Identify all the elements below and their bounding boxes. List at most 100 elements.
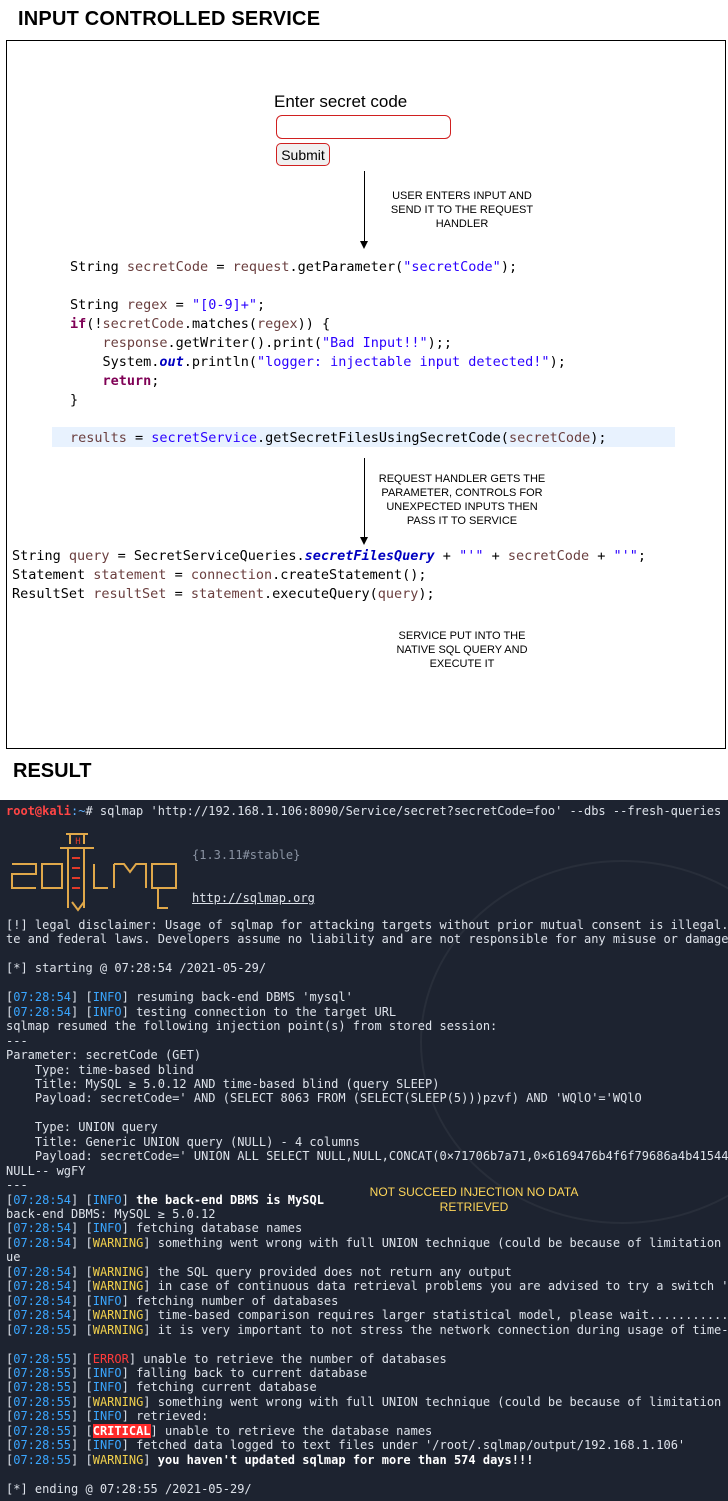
code-line: System.out.println("logger: injectable i…: [70, 353, 606, 372]
code-token: results: [70, 430, 127, 446]
code-token: query: [377, 586, 419, 602]
terminal-token: 07:28:54: [13, 990, 72, 1005]
terminal-token: WARNING: [92, 1279, 144, 1294]
terminal-line: ---: [6, 1034, 28, 1048]
code-token: =: [166, 586, 191, 602]
terminal-token: ] fetched data logged to text files unde…: [121, 1438, 686, 1453]
terminal-line: Type: UNION query: [6, 1120, 158, 1134]
code-line: return;: [70, 372, 606, 391]
secret-code-input[interactable]: [276, 115, 451, 139]
code-token: secretFilesQuery: [304, 548, 435, 564]
terminal-token: INFO: [92, 1293, 122, 1308]
terminal-token: ] [: [71, 1308, 93, 1323]
code-token: regex: [256, 316, 298, 332]
terminal-token: you haven't updated sqlmap for more than…: [157, 1452, 534, 1467]
terminal-token: Title: Generic UNION query (NULL) - 4 co…: [6, 1134, 361, 1149]
code-token: );;: [427, 335, 453, 351]
code-line: response.getWriter().print("Bad Input!!"…: [70, 334, 606, 353]
background-swirl: [420, 860, 728, 1224]
terminal-token: 07:28:55: [13, 1380, 72, 1395]
note-line: PASS IT TO SERVICE: [406, 515, 518, 527]
terminal-line: [07:28:54] [INFO] the back-end DBMS is M…: [6, 1193, 324, 1207]
terminal-line: [07:28:54] [WARNING] time-based comparis…: [6, 1308, 728, 1322]
terminal-token: ] in case of continuous data retrieval p…: [143, 1279, 728, 1294]
terminal-token: 07:28:55: [13, 1452, 72, 1467]
terminal-line: Payload: secretCode=' AND (SELECT 8063 F…: [6, 1091, 642, 1105]
code-token: "'": [613, 548, 638, 564]
terminal-line: [07:28:55] [INFO] fetching current datab…: [6, 1380, 317, 1394]
code-token: "Bad Input!!": [321, 335, 428, 351]
code-token: = SecretServiceQueries.: [109, 548, 305, 564]
terminal-token: ]: [121, 1192, 137, 1207]
code-token: resultSet: [93, 586, 167, 602]
terminal-token: Type: UNION query: [6, 1120, 158, 1135]
terminal-line: [07:28:54] [INFO] fetching number of dat…: [6, 1294, 338, 1308]
terminal-token: ] fetching number of databases: [121, 1293, 339, 1308]
terminal-token: ] [: [71, 1293, 93, 1308]
note-line: REQUEST HANDLER GETS THE: [378, 473, 546, 485]
note-line: HANDLER: [435, 218, 489, 230]
terminal-line: [07:28:55] [WARNING] it is very importan…: [6, 1323, 728, 1337]
terminal-command-line: root@kali:~# sqlmap 'http://192.168.1.10…: [6, 804, 722, 818]
terminal-line: te and federal laws. Developers assume n…: [6, 932, 728, 946]
code-token: );: [418, 586, 435, 602]
note-line: SEND IT TO THE REQUEST: [390, 204, 534, 216]
terminal-token: ] something went wrong with full UNION t…: [143, 1394, 722, 1409]
terminal-token: 07:28:55: [13, 1438, 72, 1453]
terminal-token: ] [: [71, 1235, 93, 1250]
terminal-line: ---: [6, 1178, 28, 1192]
section-title: INPUT CONTROLLED SERVICE: [18, 8, 321, 30]
code-token: response: [102, 335, 168, 351]
terminal-token: Title: MySQL ≥ 5.0.12 AND time-based bli…: [6, 1076, 440, 1091]
terminal-token: 07:28:54: [13, 1308, 72, 1323]
terminal-token: ] [: [71, 1322, 93, 1337]
terminal-token: ---: [6, 1033, 28, 1048]
terminal-token: sqlmap resumed the following injection p…: [6, 1019, 498, 1034]
terminal-token: ]: [143, 1452, 158, 1467]
terminal-line: Payload: secretCode=' UNION ALL SELECT N…: [6, 1149, 728, 1163]
note-line: RETRIEVED: [439, 1200, 509, 1214]
code-token: connection: [190, 567, 273, 583]
submit-button[interactable]: Submit: [276, 143, 330, 166]
svg-text:H: H: [75, 837, 80, 847]
code-token: ;: [637, 548, 647, 564]
note-line: USER ENTERS INPUT AND: [392, 190, 532, 202]
code-token: )) {: [297, 316, 331, 332]
terminal-token: 07:28:55: [13, 1409, 72, 1424]
code-token: String: [12, 548, 69, 564]
terminal-token: 07:28:54: [13, 1004, 72, 1019]
code-token: }: [70, 392, 79, 408]
terminal-token: INFO: [92, 990, 122, 1005]
terminal-line: sqlmap resumed the following injection p…: [6, 1019, 497, 1033]
terminal-token: WARNING: [92, 1308, 144, 1323]
result-title: RESULT: [13, 760, 92, 782]
code-token: secretService: [151, 430, 257, 446]
code-line: if(!secretCode.matches(regex)) {: [70, 315, 606, 334]
code-line: String regex = "[0-9]+";: [70, 296, 606, 315]
code-token: regex: [126, 297, 168, 313]
terminal-token: te and federal laws. Developers assume n…: [6, 932, 728, 947]
terminal-token: Payload: secretCode=' AND (SELECT 8063 F…: [6, 1091, 642, 1106]
result-annotation: NOT SUCCEED INJECTION NO DATA RETRIEVED: [354, 1185, 594, 1215]
terminal-token: ] [: [71, 1221, 93, 1236]
terminal-token: 07:28:55: [13, 1423, 72, 1438]
sqlmap-url[interactable]: http://sqlmap.org: [192, 891, 315, 905]
code-token: secretCode: [126, 259, 209, 275]
note-service: SERVICE PUT INTO THE NATIVE SQL QUERY AND…: [372, 629, 552, 671]
note-line: NATIVE SQL QUERY AND: [396, 644, 528, 656]
code-line: String query = SecretServiceQueries.secr…: [12, 547, 646, 566]
code-token: =: [208, 259, 233, 275]
terminal-token: INFO: [92, 1438, 122, 1453]
note-request-handler: REQUEST HANDLER GETS THE PARAMETER, CONTR…: [372, 472, 552, 528]
code-line: String secretCode = request.getParameter…: [70, 258, 606, 277]
terminal-line: [07:28:55] [INFO] falling back to curren…: [6, 1366, 367, 1380]
code-token: secretCode: [508, 430, 591, 446]
code-token: System.: [70, 354, 160, 370]
code-token: statement: [190, 586, 264, 602]
code-token: =: [166, 567, 191, 583]
terminal-token: ] something went wrong with full UNION t…: [143, 1235, 722, 1250]
